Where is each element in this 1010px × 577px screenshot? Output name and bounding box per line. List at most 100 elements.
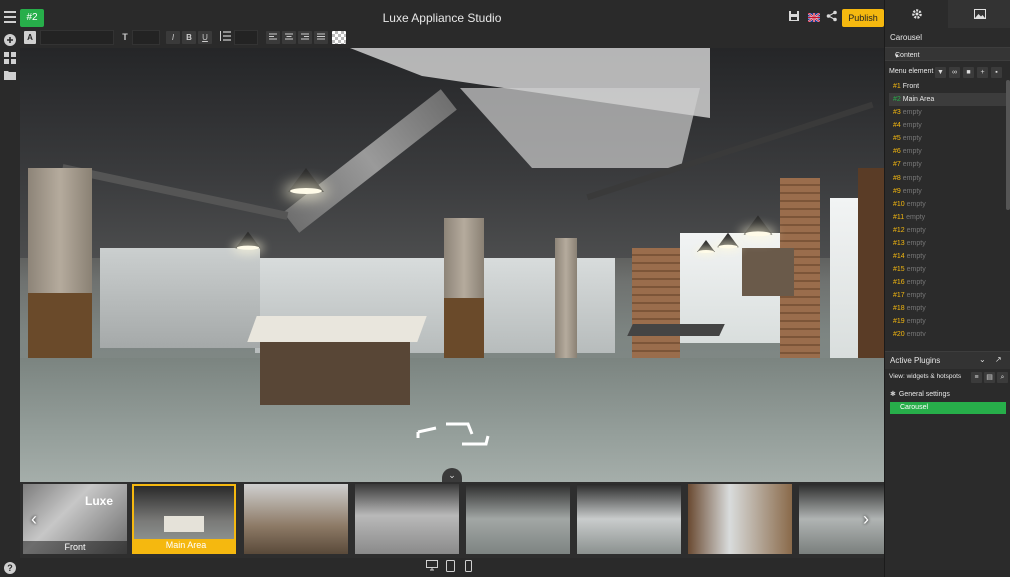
trash-icon[interactable]: ▪ (991, 67, 1002, 78)
scene-number: #3 (893, 109, 901, 117)
plugin-carousel-item[interactable]: Carousel (890, 402, 1006, 414)
carousel-thumbnail[interactable] (688, 484, 792, 554)
scene-name: empty (906, 279, 926, 287)
scene-list-item[interactable]: #13 empty (889, 237, 1007, 250)
mobile-icon[interactable] (461, 560, 475, 575)
text-color-icon[interactable]: A (24, 31, 36, 44)
scene-list-item[interactable]: #8 empty (889, 172, 1007, 185)
scene-number: #17 (893, 292, 905, 300)
scene-list-item[interactable]: #16 empty (889, 276, 1007, 289)
search-icon[interactable]: ⌕ (997, 372, 1008, 383)
scene-list-item[interactable]: #2 Main Area (889, 93, 1007, 107)
chevron-down-icon[interactable]: ⌄ (979, 355, 986, 364)
scene-name: empty (906, 200, 926, 208)
font-size-input[interactable] (132, 30, 160, 45)
tablet-icon[interactable] (443, 560, 457, 575)
carousel-thumbnail[interactable] (466, 484, 570, 554)
scene-list-item[interactable]: #14 empty (889, 250, 1007, 263)
scene-name: empty (906, 331, 926, 336)
scene-list-item[interactable]: #18 empty (889, 302, 1007, 315)
align-center-icon[interactable] (282, 31, 296, 44)
scene-carousel: Luxe Front Main Area ‹ › (20, 482, 884, 558)
align-right-icon[interactable] (298, 31, 312, 44)
image-icon[interactable] (948, 0, 1010, 28)
scene-number: #5 (893, 135, 901, 143)
underline-icon[interactable]: U (198, 31, 212, 44)
font-family-select[interactable] (40, 30, 114, 45)
floppy-icon[interactable] (786, 10, 802, 26)
pendant-light (743, 215, 773, 237)
help-icon[interactable]: ? (4, 562, 16, 574)
filter-icon[interactable]: ▼ (935, 67, 946, 78)
view-row: View: widgets & hotspots ≡ ▤ ⌕ (889, 372, 1008, 384)
carousel-next-arrow[interactable]: › (858, 508, 874, 530)
background-transparency-icon[interactable] (332, 31, 346, 44)
scene-number: #11 (893, 213, 905, 221)
scene-number: #2 (893, 96, 901, 104)
text-format-toolbar: A T I B U (20, 28, 884, 48)
scene-list-item[interactable]: #19 empty (889, 315, 1007, 328)
italic-icon[interactable]: I (166, 31, 180, 44)
scene-list-item[interactable]: #17 empty (889, 289, 1007, 302)
carousel-thumbnail[interactable] (355, 484, 459, 554)
scene-number: #19 (893, 318, 905, 326)
line-height-input[interactable] (234, 30, 258, 45)
scene-list-item[interactable]: #4 empty (889, 119, 1007, 132)
carousel-thumbnail-active[interactable]: Main Area (132, 484, 236, 554)
scene-list-item[interactable]: #20 empty (889, 328, 1007, 336)
link-icon[interactable]: ∞ (949, 67, 960, 78)
scene-list-item[interactable]: #6 empty (889, 145, 1007, 158)
grid-icon[interactable] (4, 52, 16, 64)
chevron-down-icon[interactable]: ⌄ (442, 468, 462, 482)
active-plugins-header[interactable]: Active Plugins ⌄ ↗ (885, 351, 1010, 369)
scene-number: #6 (893, 148, 901, 156)
scene-list-item[interactable]: #11 empty (889, 211, 1007, 224)
scene-list-item[interactable]: #1 Front (889, 80, 1007, 93)
bottom-bar: ? (0, 558, 884, 577)
menu-element-row: Menu element ▼ ∞ ■ + ▪ (889, 67, 1007, 79)
carousel-thumbnail[interactable] (577, 484, 681, 554)
publish-button[interactable]: Publish (842, 9, 884, 27)
panorama-viewport[interactable]: ⌄ (20, 48, 884, 482)
properties-panel: Carousel ▾ Content Menu element ▼ ∞ ■ + … (884, 0, 1010, 577)
list-view-icon[interactable]: ≡ (971, 372, 982, 383)
pendant-light (235, 231, 261, 250)
scene-list-item[interactable]: #7 empty (889, 158, 1007, 171)
align-left-icon[interactable] (266, 31, 280, 44)
scene-name: empty (906, 292, 926, 300)
carousel-prev-arrow[interactable]: ‹ (26, 508, 42, 530)
scene-name: empty (906, 253, 926, 261)
scene-number: #9 (893, 187, 901, 195)
app-title: Luxe Appliance Studio (382, 11, 502, 25)
share-icon[interactable] (824, 10, 840, 26)
scene-list-item[interactable]: #15 empty (889, 263, 1007, 276)
menu-element-label: Menu element (889, 68, 934, 75)
grid-view-icon[interactable]: ▤ (984, 372, 995, 383)
general-settings-item[interactable]: ✱ General settings (890, 389, 1006, 401)
align-justify-icon[interactable] (314, 31, 328, 44)
scene-name: empty (902, 122, 922, 130)
navigation-hotspot[interactable] (416, 422, 494, 446)
move-icon[interactable]: + (977, 67, 988, 78)
gear-icon[interactable] (885, 0, 948, 28)
scene-list-item[interactable]: #9 empty (889, 185, 1007, 198)
carousel-thumbnail[interactable] (244, 484, 348, 554)
scene-list-item[interactable]: #12 empty (889, 224, 1007, 237)
content-section-header[interactable]: ▾ Content (885, 47, 1010, 61)
scene-list-item[interactable]: #5 empty (889, 132, 1007, 145)
section-title: Carousel (890, 33, 923, 42)
font-size-icon[interactable]: T (118, 31, 132, 44)
uk-flag-icon[interactable] (806, 10, 822, 26)
scene-list-scrollbar[interactable] (1006, 80, 1010, 210)
thumbnail-label: Main Area (134, 539, 234, 552)
scene-name: empty (906, 213, 926, 221)
folder-icon[interactable] (4, 70, 16, 82)
desktop-icon[interactable] (425, 560, 439, 575)
line-height-icon[interactable] (218, 31, 232, 44)
scene-list-item[interactable]: #3 empty (889, 106, 1007, 119)
scene-list-item[interactable]: #10 empty (889, 198, 1007, 211)
bold-icon[interactable]: B (182, 31, 196, 44)
add-icon[interactable] (4, 34, 16, 46)
expand-icon[interactable]: ↗ (995, 355, 1002, 364)
add-box-icon[interactable]: ■ (963, 67, 974, 78)
